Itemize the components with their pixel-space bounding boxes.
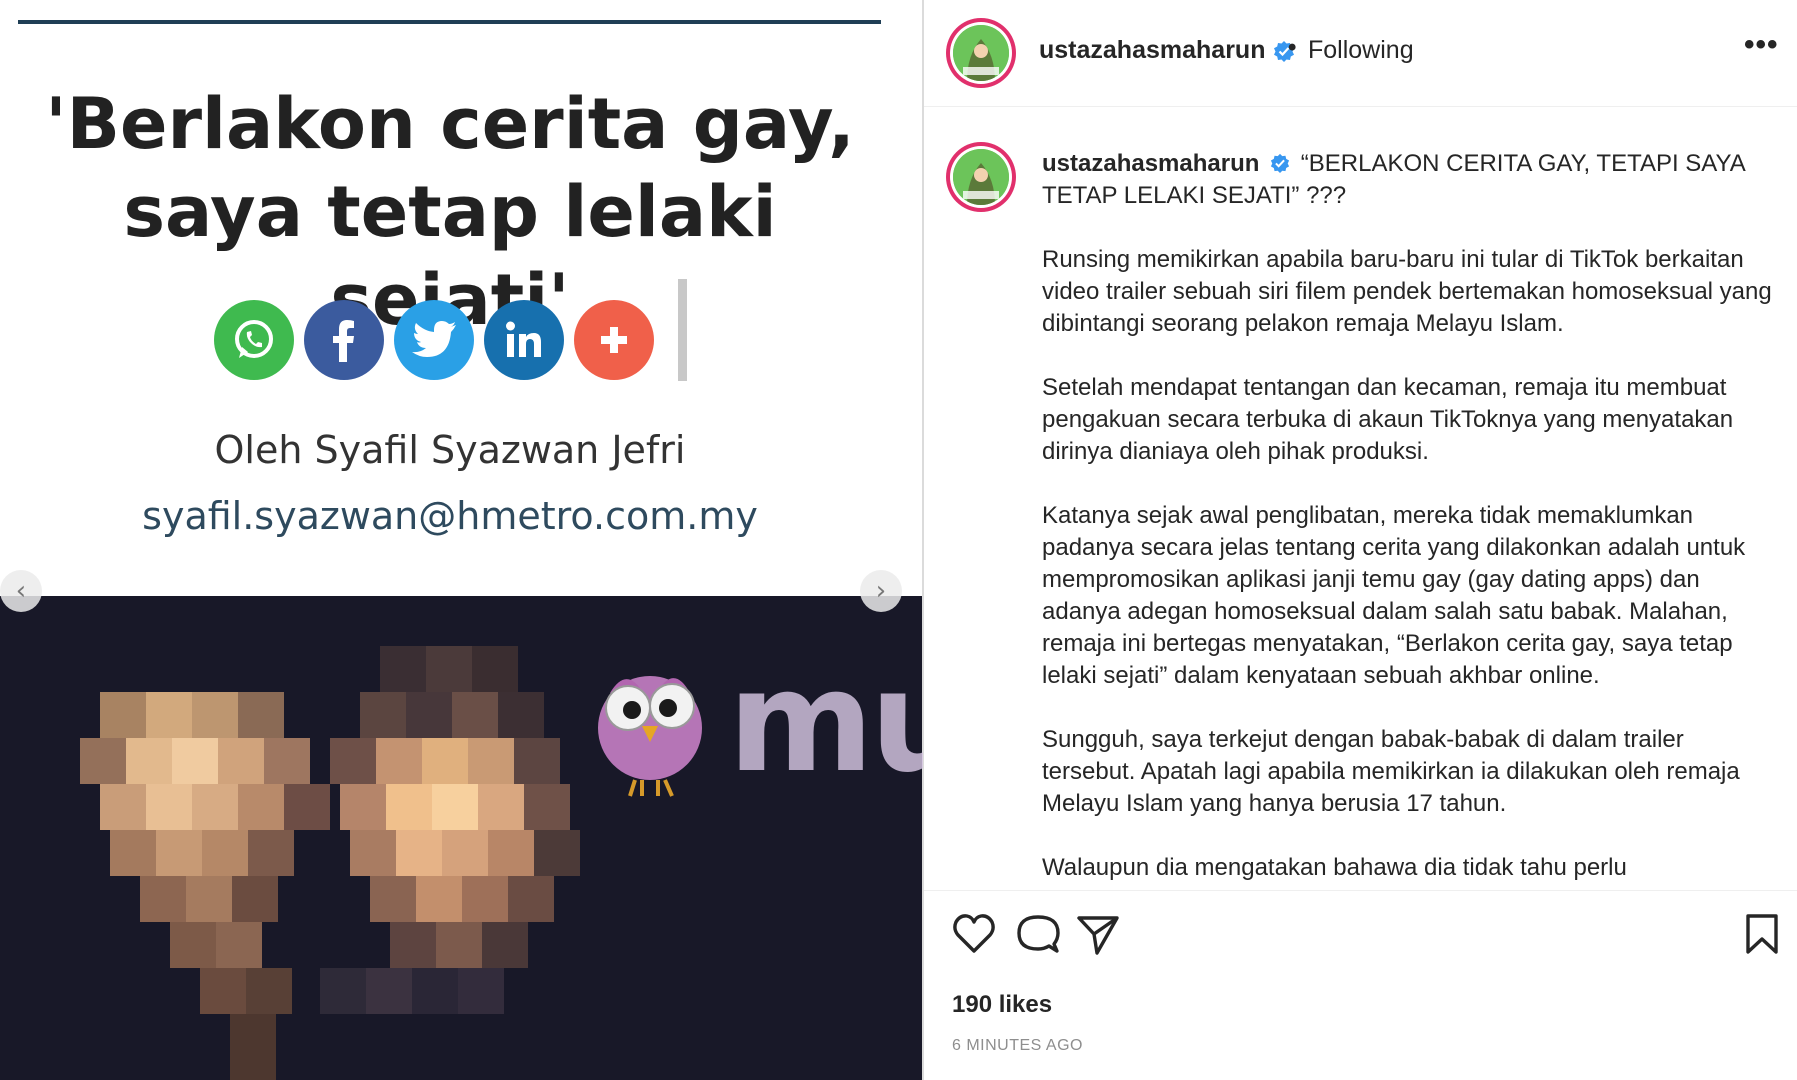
post-media-carousel[interactable]: 'Berlakon cerita gay, saya tetap lelaki …	[0, 0, 923, 1080]
twitter-icon	[394, 300, 474, 380]
carousel-next-button[interactable]: ›	[860, 570, 902, 612]
watermark: murai	[580, 648, 923, 798]
following-button[interactable]: Following	[1308, 36, 1414, 65]
post-panel: ustazahasmaharun • Following ••• ustazah…	[924, 0, 1797, 1080]
chevron-right-icon: ›	[875, 576, 887, 606]
post-author[interactable]: ustazahasmaharun	[1039, 36, 1295, 65]
screenshot-page: 'Berlakon cerita gay, saya tetap lelaki …	[0, 0, 1797, 1080]
news-clipping: 'Berlakon cerita gay, saya tetap lelaki …	[0, 0, 923, 596]
avatar-figure-icon	[953, 25, 1009, 81]
plus-icon	[574, 300, 654, 380]
caption-paragraph: Katanya sejak awal penglibatan, mereka t…	[1042, 502, 1746, 689]
share-divider	[678, 279, 687, 381]
share-buttons-row	[214, 279, 687, 381]
caption-username[interactable]: ustazahasmaharun	[1042, 150, 1259, 177]
caption-paragraph: Setelah mendapat tentangan dan kecaman, …	[1042, 374, 1734, 465]
bird-mascot-icon	[598, 676, 702, 797]
facebook-icon	[304, 300, 384, 380]
post-actions-bar: 190 likes 6 MINUTES AGO	[924, 890, 1797, 1080]
heart-icon[interactable]	[952, 913, 996, 955]
share-icon[interactable]	[1076, 913, 1120, 955]
avatar-figure-icon	[953, 149, 1009, 205]
comment-icon[interactable]	[1016, 913, 1060, 955]
post-timestamp[interactable]: 6 MINUTES AGO	[952, 1037, 1083, 1055]
caption-avatar[interactable]	[946, 142, 1016, 212]
caption-paragraph: Sungguh, saya terkejut dengan babak-baba…	[1042, 726, 1740, 817]
post-header: ustazahasmaharun • Following •••	[924, 0, 1797, 107]
article-email: syafil.syazwan@hmetro.com.my	[142, 494, 758, 538]
article-byline: Oleh Syafil Syazwan Jefri	[214, 428, 686, 472]
avatar[interactable]	[946, 18, 1016, 88]
verified-badge-icon	[1270, 153, 1290, 173]
clipping-top-rule	[18, 20, 881, 24]
watermark-text: murai	[728, 641, 923, 804]
more-options-icon[interactable]: •••	[1744, 28, 1779, 62]
post-caption: ustazahasmaharun “BERLAKON CERITA GAY, T…	[1042, 148, 1777, 916]
carousel-previous-button[interactable]: ‹	[0, 570, 42, 612]
linkedin-icon	[484, 300, 564, 380]
caption-paragraph: Runsing memikirkan apabila baru-baru ini…	[1042, 246, 1772, 337]
likes-count[interactable]: 190 likes	[952, 991, 1052, 1019]
separator-dot: •	[1288, 34, 1297, 61]
whatsapp-icon	[214, 300, 294, 380]
chevron-left-icon: ‹	[15, 576, 27, 606]
caption-paragraph: Walaupun dia mengatakan bahawa dia tidak…	[1042, 854, 1627, 881]
username-link[interactable]: ustazahasmaharun	[1039, 36, 1265, 65]
bookmark-icon[interactable]	[1744, 913, 1780, 955]
caption-title-line: ustazahasmaharun “BERLAKON CERITA GAY, T…	[1042, 148, 1777, 212]
